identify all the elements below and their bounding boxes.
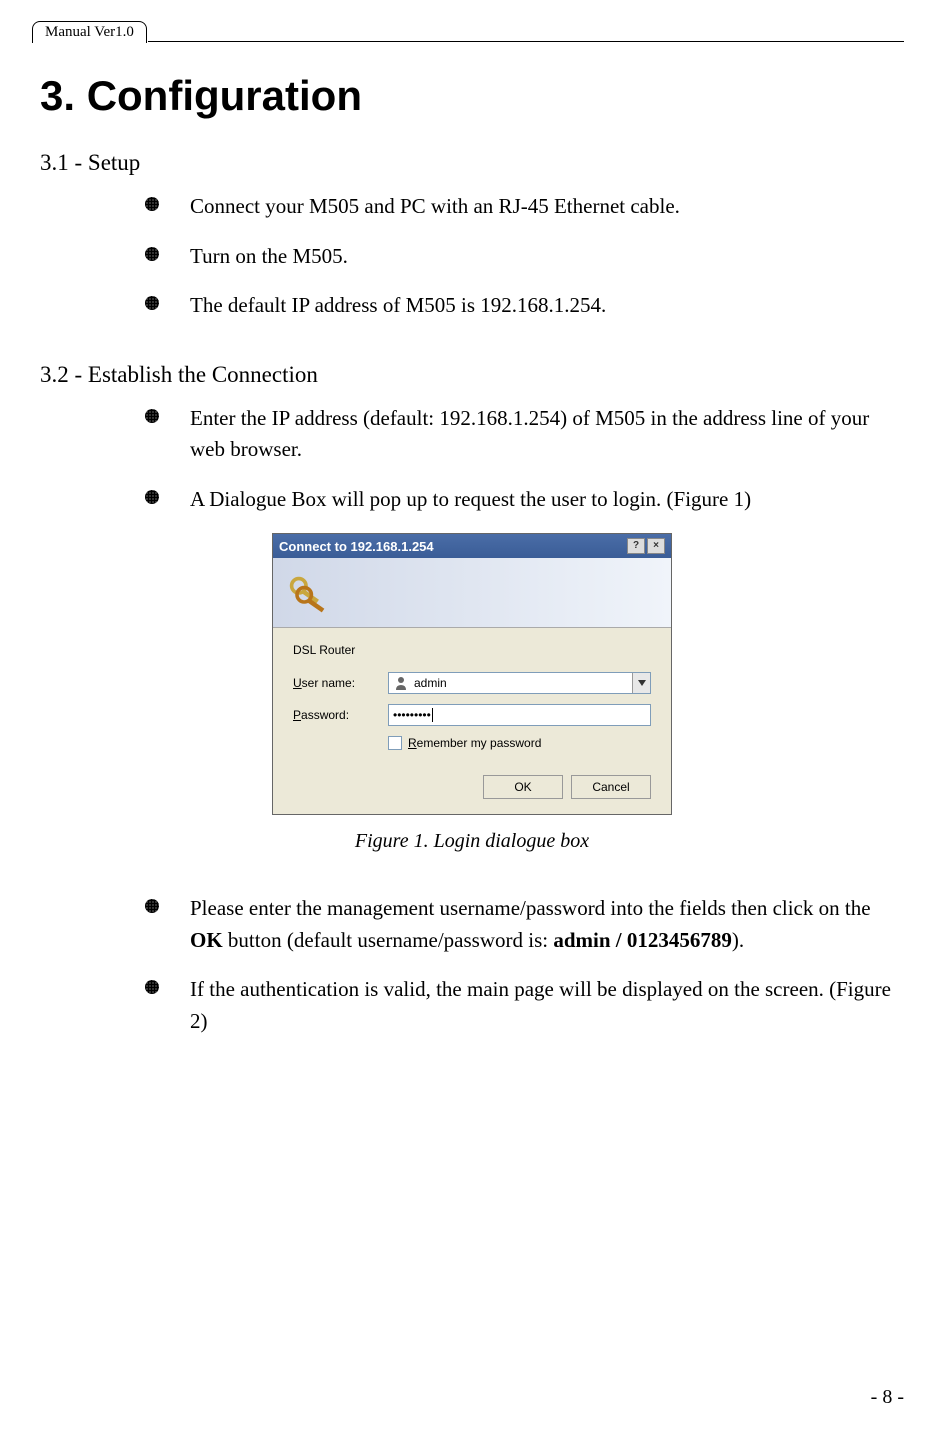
text-fragment: button (default username/password is:	[223, 928, 554, 952]
username-value: admin	[414, 676, 447, 690]
dialog-body: DSL Router User name: admin Password: ••…	[273, 628, 671, 814]
list-item: If the authentication is valid, the main…	[145, 974, 904, 1037]
header-tab-wrapper: Manual Ver1.0	[40, 20, 904, 42]
list-item: Turn on the M505.	[145, 241, 904, 273]
bold-text: admin / 0123456789	[553, 928, 732, 952]
text-fragment: ).	[732, 928, 744, 952]
text-fragment: Please enter the management username/pas…	[190, 896, 871, 920]
version-label: Manual Ver1.0	[32, 21, 147, 43]
server-label: DSL Router	[293, 643, 651, 657]
username-row: User name: admin	[293, 672, 651, 694]
password-label: Password:	[293, 708, 388, 722]
remember-checkbox[interactable]	[388, 736, 402, 750]
chevron-down-icon[interactable]	[632, 673, 650, 693]
figure-1: Connect to 192.168.1.254 ? × DSL Router …	[40, 533, 904, 853]
username-field[interactable]: admin	[388, 672, 651, 694]
login-dialog: Connect to 192.168.1.254 ? × DSL Router …	[272, 533, 672, 815]
list-item: Please enter the management username/pas…	[145, 893, 904, 956]
cancel-button[interactable]: Cancel	[571, 775, 651, 799]
list-item: Connect your M505 and PC with an RJ-45 E…	[145, 191, 904, 223]
section-setup-heading: 3.1 - Setup	[40, 150, 904, 176]
dialog-button-row: OK Cancel	[293, 775, 651, 799]
close-icon[interactable]: ×	[647, 538, 665, 554]
ok-button[interactable]: OK	[483, 775, 563, 799]
username-label: User name:	[293, 676, 388, 690]
page-title: 3. Configuration	[40, 72, 904, 120]
remember-label: Remember my password	[408, 736, 541, 750]
figure-caption: Figure 1. Login dialogue box	[40, 830, 904, 853]
header-divider	[148, 41, 904, 42]
setup-list: Connect your M505 and PC with an RJ-45 E…	[40, 191, 904, 322]
help-icon[interactable]: ?	[627, 538, 645, 554]
remember-row[interactable]: Remember my password	[388, 736, 651, 750]
list-item: Enter the IP address (default: 192.168.1…	[145, 403, 904, 466]
list-item: A Dialogue Box will pop up to request th…	[145, 484, 904, 516]
section-establish-heading: 3.2 - Establish the Connection	[40, 362, 904, 388]
dialog-banner	[273, 558, 671, 628]
list-item: The default IP address of M505 is 192.16…	[145, 290, 904, 322]
keys-icon	[288, 573, 333, 613]
establish-list-top: Enter the IP address (default: 192.168.1…	[40, 403, 904, 516]
page-number: - 8 -	[871, 1386, 904, 1409]
dialog-title-text: Connect to 192.168.1.254	[279, 539, 434, 554]
password-row: Password: •••••••••	[293, 704, 651, 726]
dialog-titlebar: Connect to 192.168.1.254 ? ×	[273, 534, 671, 558]
titlebar-buttons: ? ×	[627, 538, 665, 554]
establish-list-bottom: Please enter the management username/pas…	[40, 893, 904, 1037]
password-value: •••••••••	[393, 708, 431, 722]
person-icon	[393, 675, 409, 691]
password-field[interactable]: •••••••••	[388, 704, 651, 726]
bold-text: OK	[190, 928, 223, 952]
